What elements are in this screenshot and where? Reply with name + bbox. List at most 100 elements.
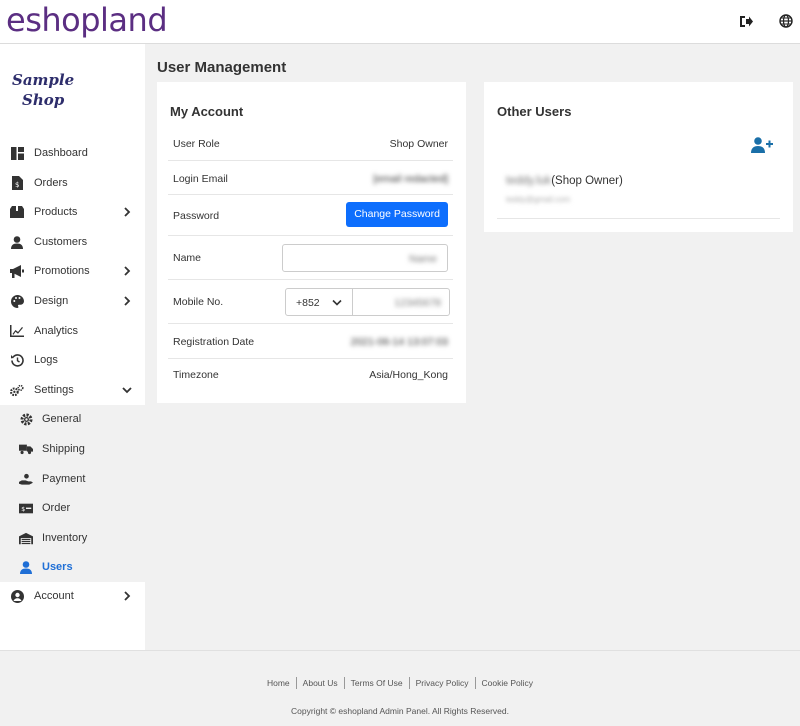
cogs-icon — [10, 383, 24, 397]
sidebar-item-order[interactable]: $ Order — [0, 494, 145, 522]
timezone-value: Asia/Hong_Kong — [369, 369, 448, 381]
brand-logo[interactable]: eshopland — [6, 0, 168, 40]
timezone-row: Timezone Asia/Hong_Kong — [168, 359, 453, 392]
sidebar-item-settings[interactable]: Settings — [0, 376, 145, 404]
sidebar-item-products[interactable]: Products — [0, 198, 145, 226]
sidebar-item-label: Customers — [34, 236, 88, 248]
other-user-email: teddy@gmail.com — [506, 195, 571, 204]
gear-icon — [19, 412, 33, 426]
sidebar-item-general[interactable]: General — [0, 405, 145, 433]
country-code-select[interactable]: +852 — [285, 288, 353, 316]
other-users-title: Other Users — [497, 104, 572, 119]
customers-icon — [10, 235, 24, 249]
sidebar: Sample Shop Dashboard $ Orders Products … — [0, 44, 145, 650]
login-email-value: [email redacted] — [373, 173, 448, 185]
sidebar-item-inventory[interactable]: Inventory — [0, 524, 145, 552]
footer-link-home[interactable]: Home — [261, 677, 296, 689]
registration-date-row: Registration Date 2021-06-14 13:07:03 — [168, 324, 453, 359]
footer-link-cookie[interactable]: Cookie Policy — [474, 677, 540, 689]
registration-date-label: Registration Date — [173, 336, 255, 348]
sidebar-item-shipping[interactable]: Shipping — [0, 435, 145, 463]
name-row: Name Name — [168, 236, 453, 280]
money-icon: $ — [19, 501, 33, 515]
name-input-value: Name — [408, 253, 437, 265]
sidebar-item-label: Design — [34, 295, 69, 307]
mobile-number-input[interactable]: 12345678 — [352, 288, 450, 316]
shop-logo[interactable]: Sample Shop — [12, 70, 74, 110]
megaphone-icon — [10, 264, 24, 278]
truck-icon — [19, 442, 33, 456]
chart-icon — [10, 324, 24, 338]
other-user-name-blurred: teddy.luk — [506, 175, 552, 187]
footer-link-about[interactable]: About Us — [295, 677, 344, 689]
sidebar-item-promotions[interactable]: Promotions — [0, 257, 145, 285]
footer-link-privacy[interactable]: Privacy Policy — [408, 677, 475, 689]
footer: Home About Us Terms Of Use Privacy Polic… — [0, 650, 800, 726]
shop-logo-line1: Sample — [12, 71, 75, 89]
sidebar-item-payment[interactable]: Payment — [0, 465, 145, 493]
password-row: Password Change Password — [168, 195, 453, 236]
sidebar-item-label: Shipping — [42, 443, 85, 455]
sidebar-item-analytics[interactable]: Analytics — [0, 317, 145, 345]
chevron-right-icon — [124, 207, 131, 217]
sidebar-item-orders[interactable]: $ Orders — [0, 169, 145, 197]
sidebar-item-label: Products — [34, 206, 78, 218]
sidebar-item-logs[interactable]: Logs — [0, 346, 145, 374]
other-users-card: Other Users teddy.luk(Shop Owner) teddy@… — [484, 82, 793, 232]
sidebar-item-label: Orders — [34, 177, 68, 189]
chevron-down-icon — [332, 299, 342, 306]
globe-icon[interactable] — [778, 13, 794, 29]
registration-date-value: 2021-06-14 13:07:03 — [350, 336, 449, 348]
other-user-name: teddy.luk(Shop Owner) — [506, 175, 623, 187]
dashboard-icon — [10, 146, 24, 160]
sidebar-item-label: Dashboard — [34, 147, 88, 159]
sidebar-item-users[interactable]: Users — [0, 553, 145, 581]
login-email-row: Login Email [email redacted] — [168, 161, 453, 195]
logout-icon[interactable] — [738, 13, 754, 29]
warehouse-icon — [19, 531, 33, 545]
footer-link-terms[interactable]: Terms Of Use — [343, 677, 409, 689]
country-code-value: +852 — [296, 297, 320, 309]
sidebar-item-label: General — [42, 413, 82, 425]
login-email-label: Login Email — [173, 173, 228, 185]
orders-icon: $ — [10, 176, 24, 190]
timezone-label: Timezone — [173, 369, 219, 381]
sidebar-item-label: Users — [42, 561, 73, 573]
other-user-item[interactable]: teddy.luk(Shop Owner) teddy@gmail.com — [497, 169, 780, 219]
palette-icon — [10, 294, 24, 308]
user-circle-icon — [10, 589, 24, 603]
add-user-icon[interactable] — [751, 137, 773, 155]
sidebar-item-label: Logs — [34, 354, 58, 366]
products-icon — [10, 205, 24, 219]
other-user-role: (Shop Owner) — [551, 175, 623, 187]
name-input[interactable]: Name — [282, 244, 448, 272]
svg-text:$: $ — [15, 181, 19, 189]
sidebar-item-label: Settings — [34, 384, 74, 396]
user-role-row: User Role Shop Owner — [168, 126, 453, 161]
top-bar: eshopland — [0, 0, 800, 44]
password-label: Password — [173, 210, 220, 222]
chevron-right-icon — [124, 266, 131, 276]
user-icon — [19, 560, 33, 574]
hand-coin-icon — [19, 472, 33, 486]
svg-text:$: $ — [21, 506, 25, 513]
name-label: Name — [173, 252, 202, 264]
my-account-title: My Account — [170, 104, 244, 119]
copyright-text: Copyright © eshopland Admin Panel. All R… — [291, 706, 509, 716]
history-icon — [10, 353, 24, 367]
shop-logo-line2: Shop — [22, 91, 65, 109]
mobile-label: Mobile No. — [173, 296, 224, 308]
footer-links: Home About Us Terms Of Use Privacy Polic… — [0, 677, 800, 689]
sidebar-item-design[interactable]: Design — [0, 287, 145, 315]
sidebar-item-account[interactable]: Account — [0, 582, 145, 610]
sidebar-item-dashboard[interactable]: Dashboard — [0, 139, 145, 167]
page-title: User Management — [157, 59, 287, 76]
sidebar-item-customers[interactable]: Customers — [0, 228, 145, 256]
change-password-button[interactable]: Change Password — [346, 202, 448, 227]
sidebar-item-label: Order — [42, 502, 71, 514]
sidebar-item-label: Inventory — [42, 532, 88, 544]
sidebar-item-label: Analytics — [34, 325, 79, 337]
mobile-number-value: 12345678 — [394, 297, 441, 309]
mobile-row: Mobile No. +852 12345678 — [168, 280, 453, 324]
sidebar-item-label: Account — [34, 590, 74, 602]
